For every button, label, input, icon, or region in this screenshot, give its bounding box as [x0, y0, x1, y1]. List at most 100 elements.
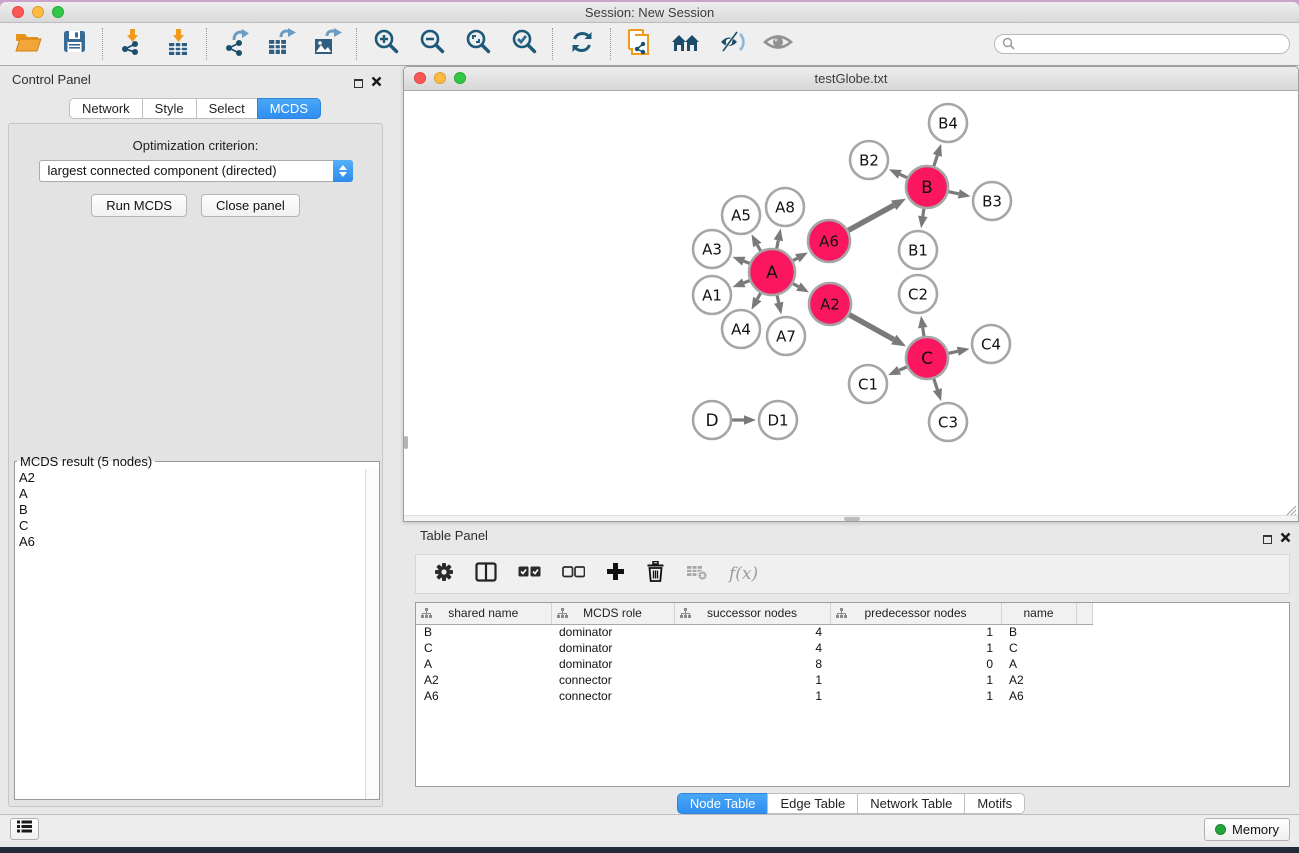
- float-panel-icon[interactable]: [354, 79, 363, 88]
- home-button[interactable]: [671, 29, 701, 59]
- zoom-out-button[interactable]: [417, 29, 447, 59]
- cell-successor-nodes[interactable]: 1: [674, 672, 830, 688]
- column-header-shared-name[interactable]: shared name: [416, 603, 551, 624]
- graph-edge-C-C2[interactable]: [923, 328, 924, 337]
- graph-edge-C-C3[interactable]: [934, 379, 938, 390]
- tab-node-table[interactable]: Node Table: [677, 793, 768, 814]
- delete-table-button[interactable]: [686, 563, 708, 586]
- refresh-button[interactable]: [567, 29, 597, 59]
- close-table-panel-icon[interactable]: [1280, 530, 1291, 548]
- cell-predecessor-nodes[interactable]: 1: [830, 624, 1001, 640]
- table-row[interactable]: Bdominator41B: [416, 624, 1092, 640]
- cell-shared-name[interactable]: A: [416, 656, 551, 672]
- hide-graphics-button[interactable]: [717, 29, 747, 59]
- resize-grip-icon[interactable]: [1286, 503, 1297, 514]
- table-settings-button[interactable]: [434, 562, 454, 587]
- mcds-result-item[interactable]: A6: [19, 534, 365, 550]
- graph-edge-B-B1[interactable]: [923, 209, 924, 217]
- tab-mcds[interactable]: MCDS: [257, 98, 321, 119]
- add-column-button[interactable]: [606, 562, 625, 586]
- column-header-successor-nodes[interactable]: successor nodes: [674, 603, 830, 624]
- save-session-button[interactable]: [59, 29, 89, 59]
- mcds-result-item[interactable]: A: [19, 486, 365, 502]
- cell-successor-nodes[interactable]: 8: [674, 656, 830, 672]
- tab-style[interactable]: Style: [142, 98, 196, 119]
- cell-MCDS-role[interactable]: connector: [551, 688, 674, 704]
- mcds-result-item[interactable]: B: [19, 502, 365, 518]
- graph-edge-A-A1[interactable]: [744, 281, 750, 283]
- graph-edge-A2-C[interactable]: [849, 315, 894, 340]
- graph-edge-A-A4[interactable]: [757, 293, 760, 299]
- memory-button[interactable]: Memory: [1204, 818, 1290, 841]
- graph-edge-C-C4[interactable]: [948, 351, 957, 353]
- run-mcds-button[interactable]: Run MCDS: [91, 194, 187, 217]
- cell-predecessor-nodes[interactable]: 0: [830, 656, 1001, 672]
- graph-edge-B-B3[interactable]: [949, 192, 959, 194]
- task-history-button[interactable]: [10, 818, 39, 840]
- cell-successor-nodes[interactable]: 4: [674, 624, 830, 640]
- graph-edge-B-B2[interactable]: [900, 174, 907, 177]
- cell-successor-nodes[interactable]: 1: [674, 688, 830, 704]
- zoom-fit-button[interactable]: [463, 29, 493, 59]
- network-horizontal-scrollbar[interactable]: [404, 515, 1298, 521]
- delete-column-button[interactable]: [646, 561, 665, 587]
- show-graphics-button[interactable]: [763, 29, 793, 59]
- column-header-MCDS-role[interactable]: MCDS role: [551, 603, 674, 624]
- column-header-predecessor-nodes[interactable]: predecessor nodes: [830, 603, 1001, 624]
- cell-predecessor-nodes[interactable]: 1: [830, 640, 1001, 656]
- cell-name[interactable]: A6: [1001, 688, 1076, 704]
- export-image-button[interactable]: [313, 29, 343, 59]
- mcds-result-item[interactable]: A2: [19, 470, 365, 486]
- tab-edge-table[interactable]: Edge Table: [767, 793, 857, 814]
- float-table-panel-icon[interactable]: [1263, 535, 1272, 544]
- graph-edge-B-B4[interactable]: [934, 155, 938, 166]
- zoom-in-button[interactable]: [371, 29, 401, 59]
- cell-name[interactable]: C: [1001, 640, 1076, 656]
- cell-name[interactable]: A2: [1001, 672, 1076, 688]
- cell-name[interactable]: A: [1001, 656, 1076, 672]
- import-network-button[interactable]: [117, 29, 147, 59]
- export-table-button[interactable]: [267, 29, 297, 59]
- cell-shared-name[interactable]: A6: [416, 688, 551, 704]
- cell-predecessor-nodes[interactable]: 1: [830, 688, 1001, 704]
- graph-edge-A-A6[interactable]: [793, 258, 797, 260]
- graph-edge-A-A5[interactable]: [757, 245, 760, 251]
- close-panel-button[interactable]: Close panel: [201, 194, 300, 217]
- cell-MCDS-role[interactable]: dominator: [551, 656, 674, 672]
- tab-network-table[interactable]: Network Table: [857, 793, 964, 814]
- graph-edge-C-C1[interactable]: [899, 367, 907, 370]
- import-table-button[interactable]: [163, 29, 193, 59]
- deselect-all-button[interactable]: [562, 565, 585, 583]
- optimization-criterion-select[interactable]: largest connected component (directed): [39, 160, 353, 182]
- graph-edge-A-A8[interactable]: [777, 240, 779, 248]
- table-row[interactable]: Adominator80A: [416, 656, 1092, 672]
- cell-name[interactable]: B: [1001, 624, 1076, 640]
- export-network-button[interactable]: [221, 29, 251, 59]
- graph-edge-A-A3[interactable]: [744, 261, 750, 263]
- column-header-name[interactable]: name: [1001, 603, 1076, 624]
- graph-edge-A-A7[interactable]: [777, 295, 779, 302]
- function-builder-button[interactable]: f(x): [729, 564, 758, 584]
- network-vertical-scroll-thumb[interactable]: [404, 436, 408, 449]
- table-row[interactable]: A2connector11A2: [416, 672, 1092, 688]
- cell-shared-name[interactable]: A2: [416, 672, 551, 688]
- cell-predecessor-nodes[interactable]: 1: [830, 672, 1001, 688]
- clone-network-button[interactable]: [625, 29, 655, 59]
- network-horizontal-scroll-thumb[interactable]: [844, 517, 860, 521]
- tab-select[interactable]: Select: [196, 98, 257, 119]
- cell-MCDS-role[interactable]: dominator: [551, 640, 674, 656]
- cell-MCDS-role[interactable]: connector: [551, 672, 674, 688]
- show-columns-button[interactable]: [475, 562, 497, 587]
- cell-shared-name[interactable]: B: [416, 624, 551, 640]
- cell-successor-nodes[interactable]: 4: [674, 640, 830, 656]
- table-row[interactable]: A6connector11A6: [416, 688, 1092, 704]
- cell-shared-name[interactable]: C: [416, 640, 551, 656]
- network-canvas[interactable]: B4B2BB3A5A8A6A3B1AA1C2A2A4A7C4CC1C3DD1: [404, 91, 1298, 516]
- mcds-result-item[interactable]: C: [19, 518, 365, 534]
- zoom-selected-button[interactable]: [509, 29, 539, 59]
- table-row[interactable]: Cdominator41C: [416, 640, 1092, 656]
- graph-edge-A-A2[interactable]: [793, 284, 798, 287]
- close-panel-icon[interactable]: [371, 74, 382, 92]
- search-input[interactable]: [994, 34, 1290, 54]
- tab-motifs[interactable]: Motifs: [964, 793, 1025, 814]
